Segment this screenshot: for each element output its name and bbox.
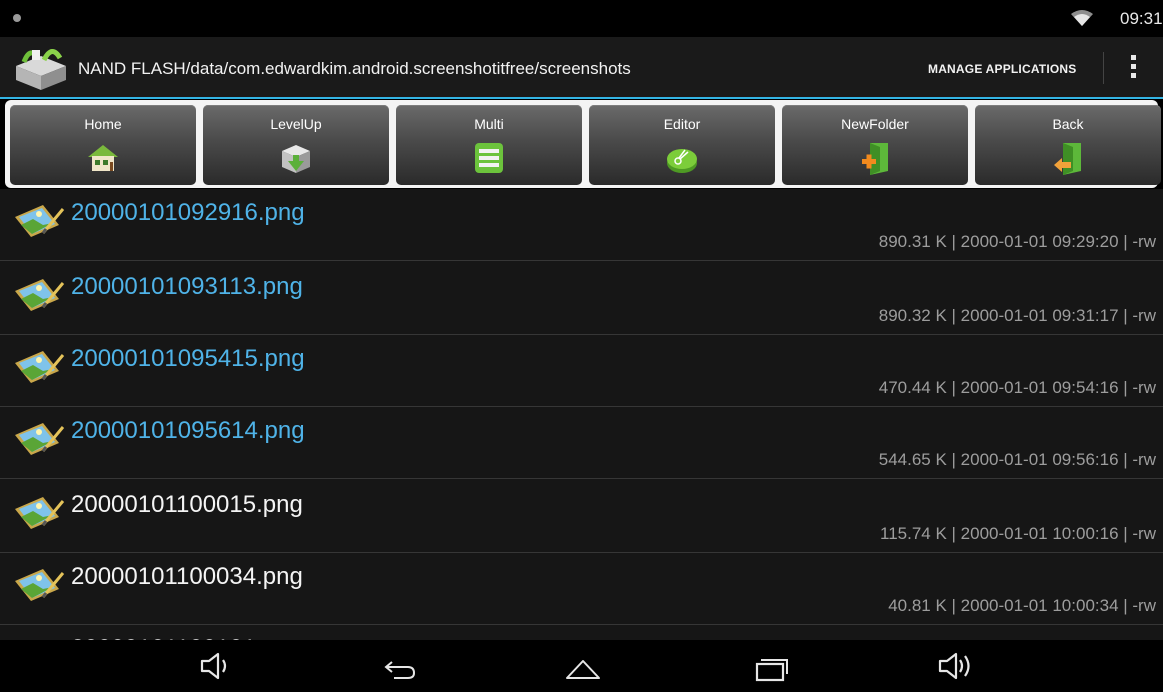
home-nav-icon[interactable] [563, 648, 603, 684]
file-meta: 890.31 K | 2000-01-01 09:29:20 | -rw [878, 232, 1156, 251]
file-name[interactable]: 20000101093113.png [71, 273, 303, 301]
app-logo-icon[interactable] [14, 44, 68, 90]
image-file-icon [15, 497, 65, 529]
file-meta: 890.32 K | 2000-01-01 09:31:17 | -rw [878, 306, 1156, 325]
home-button-label: Home [84, 116, 122, 132]
multi-select-icon [475, 143, 503, 173]
editor-icon [667, 149, 697, 173]
file-row[interactable]: 20000101095415.png 470.44 K | 2000-01-01 … [0, 335, 1163, 407]
file-row[interactable]: 20000101100101 [0, 625, 1163, 640]
back-button-label: Back [1052, 116, 1084, 132]
toolbar: Home LevelUp Multi Editor NewFolder Back [5, 100, 1161, 188]
file-row[interactable]: 20000101100015.png 115.74 K | 2000-01-01 … [0, 481, 1163, 553]
multi-button[interactable]: Multi [396, 105, 582, 185]
levelup-button[interactable]: LevelUp [203, 105, 389, 185]
navigation-bar [0, 640, 1163, 692]
status-bar: 09:31 [0, 0, 1163, 37]
manage-applications-button[interactable]: MANAGE APPLICATIONS [928, 62, 1076, 76]
file-row[interactable]: 20000101100034.png 40.81 K | 2000-01-01 1… [0, 553, 1163, 625]
image-file-icon [15, 351, 65, 383]
wifi-icon [1071, 10, 1093, 26]
file-name[interactable]: 20000101095415.png [71, 345, 305, 373]
file-name[interactable]: 20000101092916.png [71, 199, 305, 227]
volume-up-icon[interactable] [936, 648, 976, 684]
file-name[interactable]: 20000101100015.png [71, 491, 303, 519]
file-name[interactable]: 20000101100034.png [71, 563, 303, 591]
newfolder-button[interactable]: NewFolder [782, 105, 968, 185]
back-button[interactable]: Back [975, 105, 1161, 185]
new-folder-icon [862, 143, 888, 175]
notification-dot-icon [13, 14, 21, 22]
level-up-icon [282, 145, 310, 173]
file-row[interactable]: 20000101093113.png 890.32 K | 2000-01-01 … [0, 263, 1163, 335]
file-list[interactable]: 20000101092916.png 890.31 K | 2000-01-01 … [0, 189, 1163, 640]
editor-button-label: Editor [663, 116, 701, 132]
recent-apps-icon[interactable] [751, 648, 791, 684]
file-meta: 115.74 K | 2000-01-01 10:00:16 | -rw [880, 524, 1156, 543]
back-folder-icon [1054, 143, 1081, 175]
file-meta: 470.44 K | 2000-01-01 09:54:16 | -rw [878, 378, 1156, 397]
action-bar: NAND FLASH/data/com.edwardkim.android.sc… [0, 37, 1163, 99]
editor-button[interactable]: Editor [589, 105, 775, 185]
file-meta: 40.81 K | 2000-01-01 10:00:34 | -rw [888, 596, 1156, 615]
file-meta: 544.65 K | 2000-01-01 09:56:16 | -rw [878, 450, 1156, 469]
current-path: NAND FLASH/data/com.edwardkim.android.sc… [78, 59, 631, 78]
volume-down-icon[interactable] [196, 648, 236, 684]
back-nav-icon[interactable] [380, 648, 420, 684]
overflow-menu-icon[interactable] [1130, 55, 1138, 81]
status-time: 09:31 [1120, 9, 1163, 28]
image-file-icon [15, 423, 65, 455]
home-icon [88, 145, 118, 171]
home-button[interactable]: Home [10, 105, 196, 185]
file-row[interactable]: 20000101092916.png 890.31 K | 2000-01-01 … [0, 189, 1163, 261]
image-file-icon [15, 569, 65, 601]
file-row[interactable]: 20000101095614.png 544.65 K | 2000-01-01 … [0, 407, 1163, 479]
image-file-icon [15, 205, 65, 237]
file-name[interactable]: 20000101095614.png [71, 417, 305, 445]
image-file-icon [15, 279, 65, 311]
levelup-button-label: LevelUp [270, 116, 322, 132]
action-separator [1103, 52, 1104, 84]
multi-button-label: Multi [474, 116, 504, 132]
newfolder-button-label: NewFolder [841, 116, 909, 132]
